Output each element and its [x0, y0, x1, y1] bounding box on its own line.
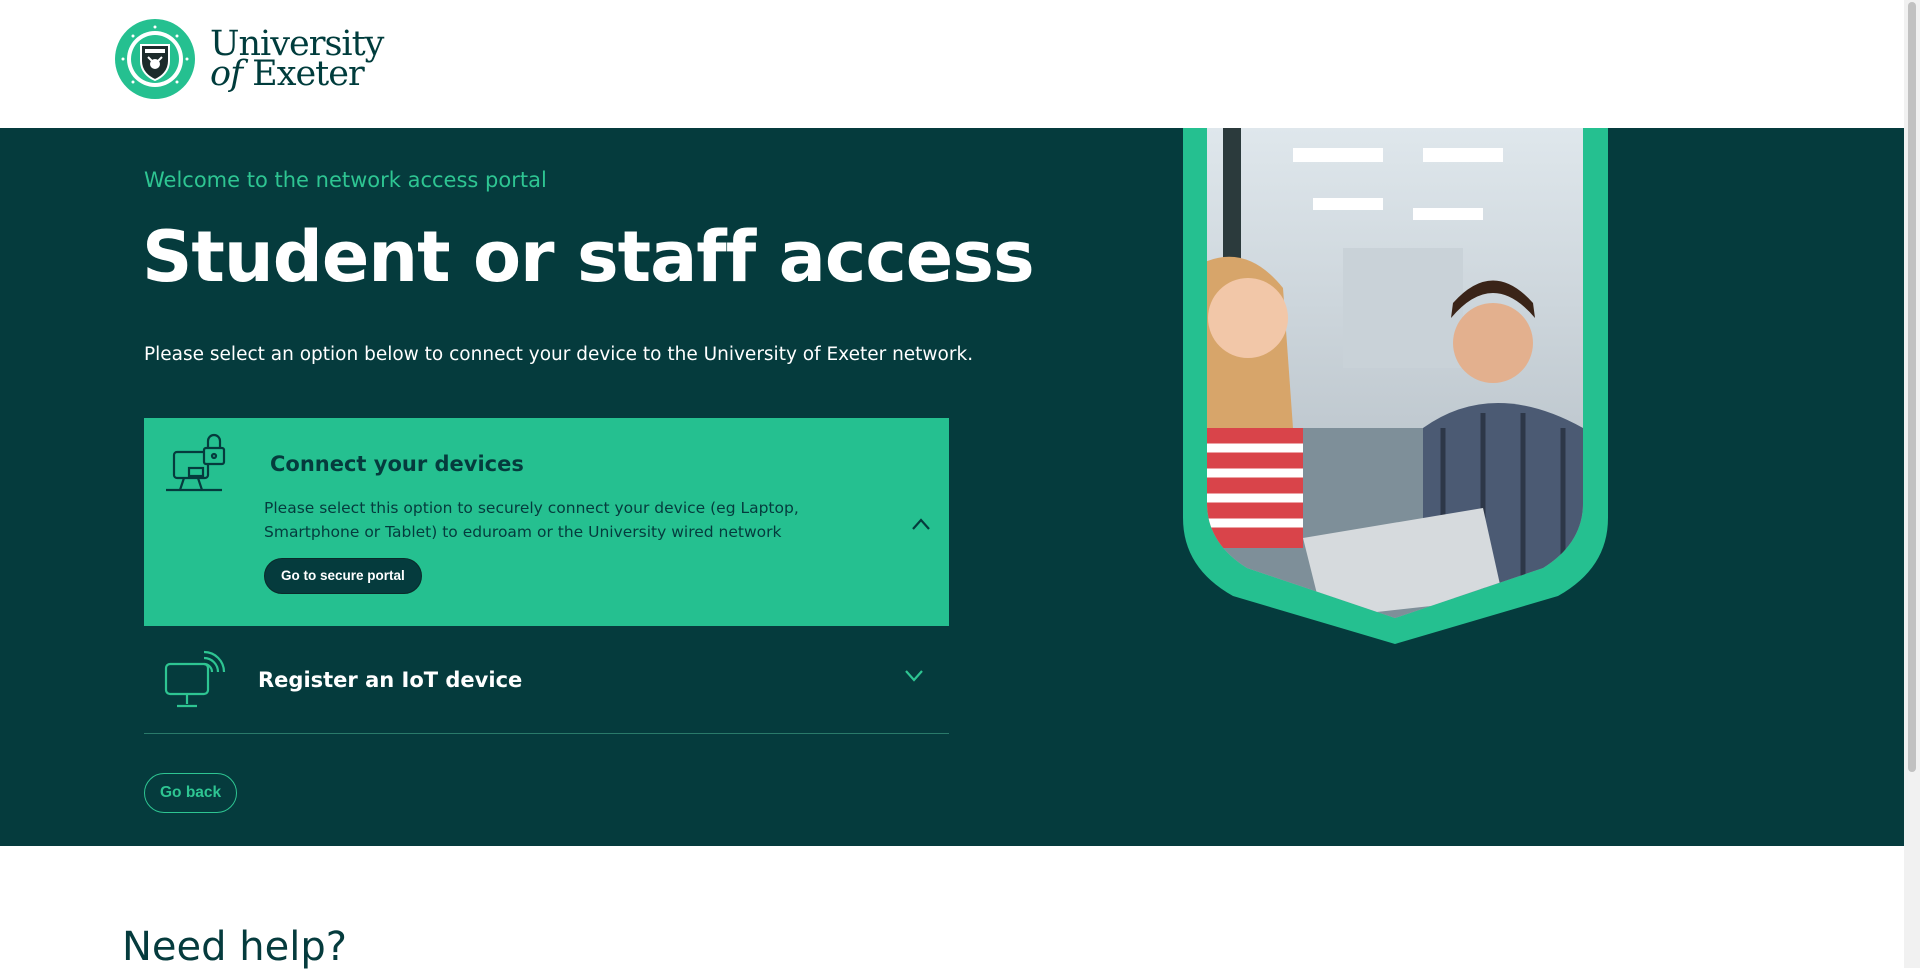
need-help-heading: Need help? — [122, 924, 347, 970]
scrollbar-thumb[interactable] — [1908, 2, 1916, 772]
site-header: University of Exeter — [0, 0, 1904, 128]
students-photo — [1183, 128, 1608, 644]
accordion-heading-connect: Connect your devices — [270, 452, 524, 476]
chevron-down-icon[interactable] — [904, 668, 924, 687]
logo-exeter: Exeter — [252, 54, 365, 94]
accordion-description-connect: Please select this option to securely co… — [264, 499, 799, 541]
monitor-wireless-icon — [164, 644, 230, 714]
chevron-up-icon[interactable] — [911, 516, 931, 535]
hero-section: Welcome to the network access portal Stu… — [0, 128, 1904, 846]
accordion-connect-devices[interactable]: Connect your devices Please select this … — [144, 418, 949, 626]
crest-icon — [115, 19, 195, 99]
go-back-button[interactable]: Go back — [144, 773, 238, 813]
page-title: Student or staff access — [142, 216, 1035, 298]
logo-of: of — [210, 54, 243, 94]
go-to-secure-portal-button[interactable]: Go to secure portal — [264, 558, 422, 594]
accordion-heading-iot: Register an IoT device — [258, 668, 523, 692]
logo-wordmark: University of Exeter — [210, 27, 384, 92]
accordion-register-iot[interactable]: Register an IoT device — [144, 626, 949, 734]
page-scrollbar[interactable] — [1904, 0, 1920, 968]
welcome-text: Welcome to the network access portal — [144, 168, 547, 192]
university-logo[interactable]: University of Exeter — [115, 19, 384, 99]
laptop-lock-icon — [164, 432, 230, 502]
intro-text: Please select an option below to connect… — [144, 344, 974, 365]
logo-line-2: of Exeter — [210, 57, 383, 92]
